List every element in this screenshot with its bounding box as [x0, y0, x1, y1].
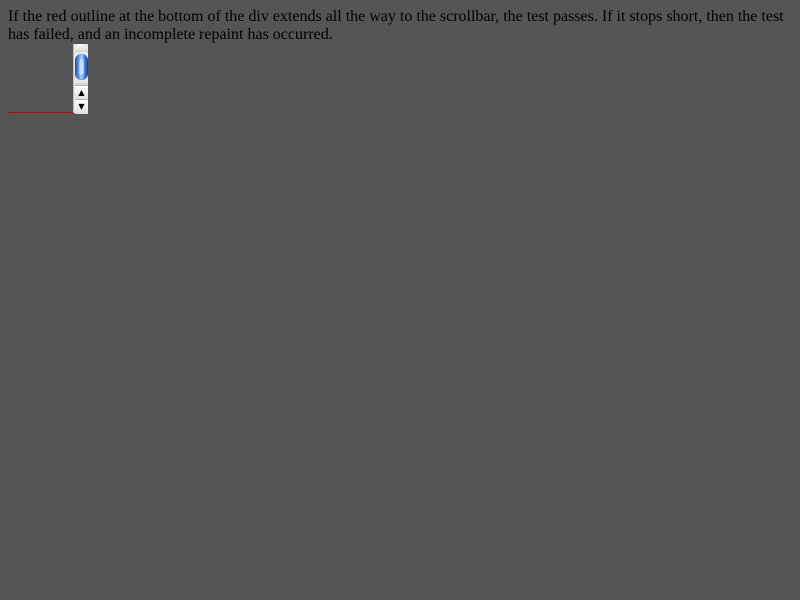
- scrollbar-top-cap: [75, 44, 88, 52]
- scrollbar-thumb[interactable]: [75, 54, 88, 80]
- red-bottom-outline: [8, 112, 74, 113]
- scroll-down-arrow-icon[interactable]: ▼: [75, 99, 88, 114]
- scroll-up-arrow-icon[interactable]: ▲: [75, 85, 88, 100]
- scrollable-test-div[interactable]: ▲ ▼: [8, 44, 88, 114]
- vertical-scrollbar[interactable]: ▲ ▼: [73, 44, 88, 114]
- scrollbar-thumb-highlight: [79, 59, 84, 75]
- test-instructions: If the red outline at the bottom of the …: [8, 8, 784, 43]
